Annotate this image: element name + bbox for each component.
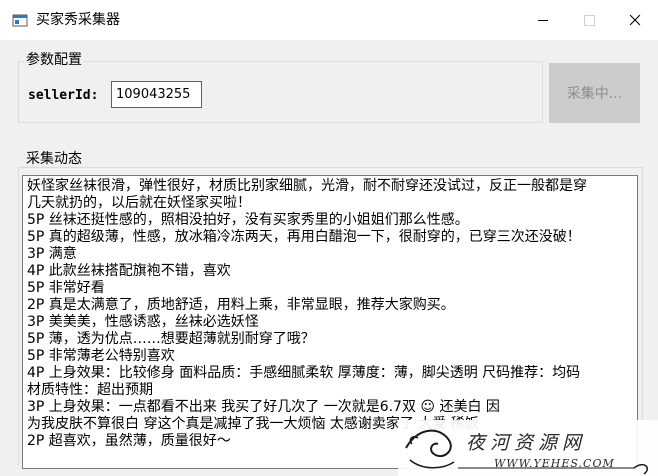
log-line: 5P 非常好看 [27, 280, 105, 296]
log-line: 材质特性：超出预期 [27, 382, 153, 398]
title-bar: 买家秀采集器 [0, 0, 658, 40]
minimize-icon [538, 20, 548, 21]
log-line: 几天就扔的，以后就在妖怪家买啦！ [27, 195, 251, 211]
log-line: 5P 丝袜还挺性感的，照相没拍好，没有买家秀里的小姐姐们那么性感。 [27, 212, 469, 228]
collect-button[interactable]: 采集中... [549, 63, 640, 123]
collect-dynamics-label: 采集动态 [24, 151, 84, 167]
watermark-url: WWW.YEHES.COM [494, 457, 615, 470]
maximize-button[interactable] [566, 0, 612, 40]
minimize-button[interactable] [520, 0, 566, 40]
log-line: 3P 美美美，性感诱惑，丝袜必选妖怪 [27, 314, 259, 330]
watermark: 夜河资源网 WWW.YEHES.COM [398, 420, 658, 476]
maximize-icon [584, 15, 595, 26]
log-line: 5P 真的超级薄，性感，放冰箱冷冻两天，再用白醋泡一下，很耐穿的，已穿三次还没破… [27, 229, 581, 245]
window-title: 买家秀采集器 [36, 12, 120, 28]
param-config-label: 参数配置 [24, 52, 84, 68]
log-line: 4P 上身效果：比较修身 面料品质：手感细腻柔软 厚薄度：薄，脚尖透明 尺码推荐… [27, 365, 581, 381]
log-line: 5P 薄，透为优点……想要超薄就别耐穿了哦？ [27, 331, 315, 347]
log-line: 5P 非常薄老公特别喜欢 [27, 348, 175, 364]
seller-id-label: sellerId: [28, 88, 99, 103]
log-line: 3P 上身效果：一点都看不出来 我买了好几次了 一次就是6.7双 ☺ 还美白 因 [27, 399, 500, 415]
log-line: 4P 此款丝袜搭配旗袍不错，喜欢 [27, 263, 231, 279]
log-line: 3P 满意 [27, 246, 77, 262]
close-button[interactable] [612, 0, 658, 40]
watermark-text: 夜河资源网 [466, 432, 587, 454]
app-window-icon [12, 12, 28, 28]
log-line: 2P 真是太满意了，质地舒适，用料上乘，非常显眼，推荐大家购买。 [27, 297, 455, 313]
close-icon [629, 14, 641, 26]
seller-id-input[interactable] [111, 81, 202, 108]
log-line: 妖怪家丝袜很滑，弹性很好，材质比别家细腻，光滑，耐不耐穿还没试过，反正一般都是穿 [27, 178, 587, 194]
